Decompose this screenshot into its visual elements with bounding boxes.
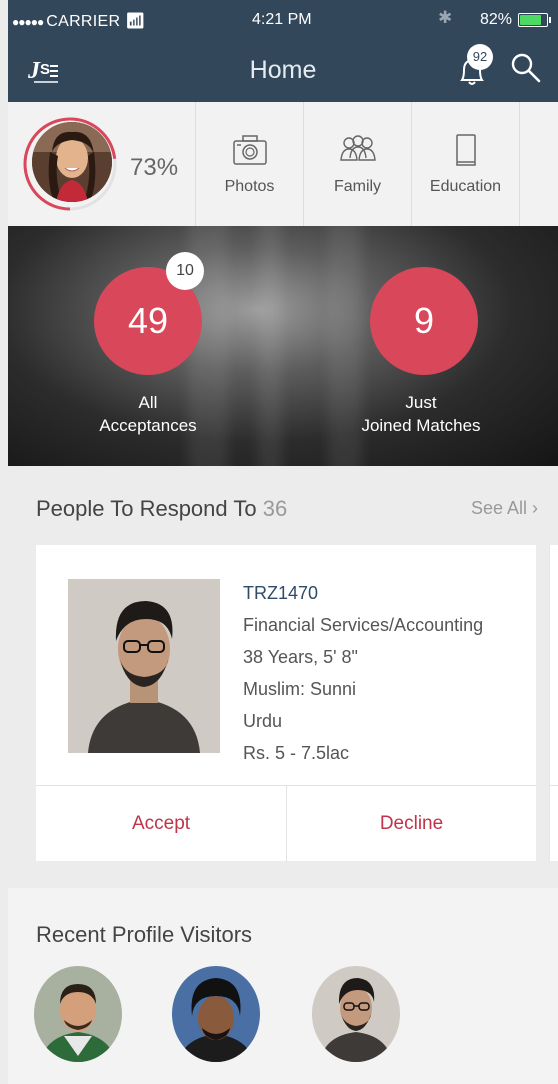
all-acceptances-label[interactable]: All Acceptances [48, 391, 248, 437]
section-title-text: People To Respond To [36, 496, 257, 521]
wifi-icon: 📶︎ [125, 13, 146, 30]
profile-item-photos[interactable]: Photos [196, 102, 304, 226]
recent-visitors-section: Recent Profile Visitors [8, 888, 558, 1084]
label-line: Joined Matches [361, 416, 481, 435]
profile-summary-row: 73% Photos Family Education [8, 102, 558, 226]
app-header: ●●●●● CARRIER 📶︎ 4:21 PM ✱ 82% J S Home 9… [8, 0, 558, 102]
decline-button[interactable]: Decline [286, 786, 536, 862]
status-bar: ●●●●● CARRIER 📶︎ 4:21 PM ✱ 82% [8, 0, 558, 40]
match-photo[interactable] [68, 579, 220, 753]
just-joined-label[interactable]: Just Joined Matches [321, 391, 521, 437]
visitor-avatar[interactable] [312, 966, 400, 1062]
match-profession: Financial Services/Accounting [243, 615, 484, 635]
profile-item-family[interactable]: Family [304, 102, 412, 226]
profile-item-education[interactable]: Education [412, 102, 520, 226]
section-title: People To Respond To 36 [36, 496, 287, 522]
just-joined-count[interactable]: 9 [370, 267, 478, 375]
see-all-link[interactable]: See All › [471, 498, 538, 519]
carrier-label: ●●●●● CARRIER 📶︎ [12, 11, 146, 31]
match-religion: Muslim: Sunni [243, 679, 357, 699]
match-age-height: 38 Years, 5' 8" [243, 647, 358, 667]
label-line: Acceptances [99, 416, 197, 435]
acceptances-badge: 10 [166, 252, 204, 290]
nav-bar: J S Home 92 [8, 40, 558, 102]
status-time: 4:21 PM [252, 11, 312, 28]
stats-banner: 49 10 All Acceptances 9 Just Joined Matc… [8, 226, 558, 466]
visitor-photo-icon [312, 966, 400, 1062]
search-icon[interactable] [508, 50, 542, 84]
book-icon [456, 134, 476, 166]
carrier-name: CARRIER [46, 13, 121, 30]
user-photo-icon [32, 122, 112, 202]
card-actions: Accept Decline [36, 785, 536, 862]
visitor-photo-icon [34, 966, 122, 1062]
completion-percent: 73% [130, 154, 179, 181]
banner-streak [258, 226, 282, 466]
people-to-respond-header: People To Respond To 36 See All › [8, 466, 558, 546]
battery-fill [520, 15, 542, 25]
profile-completion[interactable]: 73% [8, 102, 196, 226]
signal-dots: ●●●●● [12, 15, 44, 29]
match-card[interactable]: TRZ1470 Financial Services/Accounting 38… [36, 545, 536, 862]
match-income: Rs. 5 - 7.5lac [243, 743, 350, 763]
visitor-avatar[interactable] [172, 966, 260, 1062]
bluetooth-icon: ✱ [438, 8, 453, 27]
label-line: All [138, 393, 158, 412]
section-count: 36 [262, 496, 288, 521]
family-icon [340, 135, 376, 161]
profile-item-label: Family [333, 178, 382, 195]
notification-badge[interactable]: 92 [467, 44, 493, 70]
visitor-avatar[interactable] [34, 966, 122, 1062]
visitor-photo-icon [172, 966, 260, 1062]
battery-percent: 82% [480, 11, 513, 28]
user-avatar[interactable] [32, 122, 112, 202]
accept-button[interactable]: Accept [36, 786, 286, 862]
match-language: Urdu [243, 711, 283, 731]
section-title: Recent Profile Visitors [36, 922, 253, 947]
next-card-peek[interactable] [549, 545, 558, 861]
camera-icon [233, 135, 267, 165]
person-photo-icon [68, 579, 220, 753]
match-details: TRZ1470 Financial Services/Accounting 38… [243, 577, 483, 769]
profile-item-label: Education [429, 178, 502, 195]
battery-icon [518, 13, 551, 27]
label-line: Just [405, 393, 437, 412]
match-id[interactable]: TRZ1470 [243, 577, 483, 609]
profile-item-label: Photos [224, 178, 275, 195]
